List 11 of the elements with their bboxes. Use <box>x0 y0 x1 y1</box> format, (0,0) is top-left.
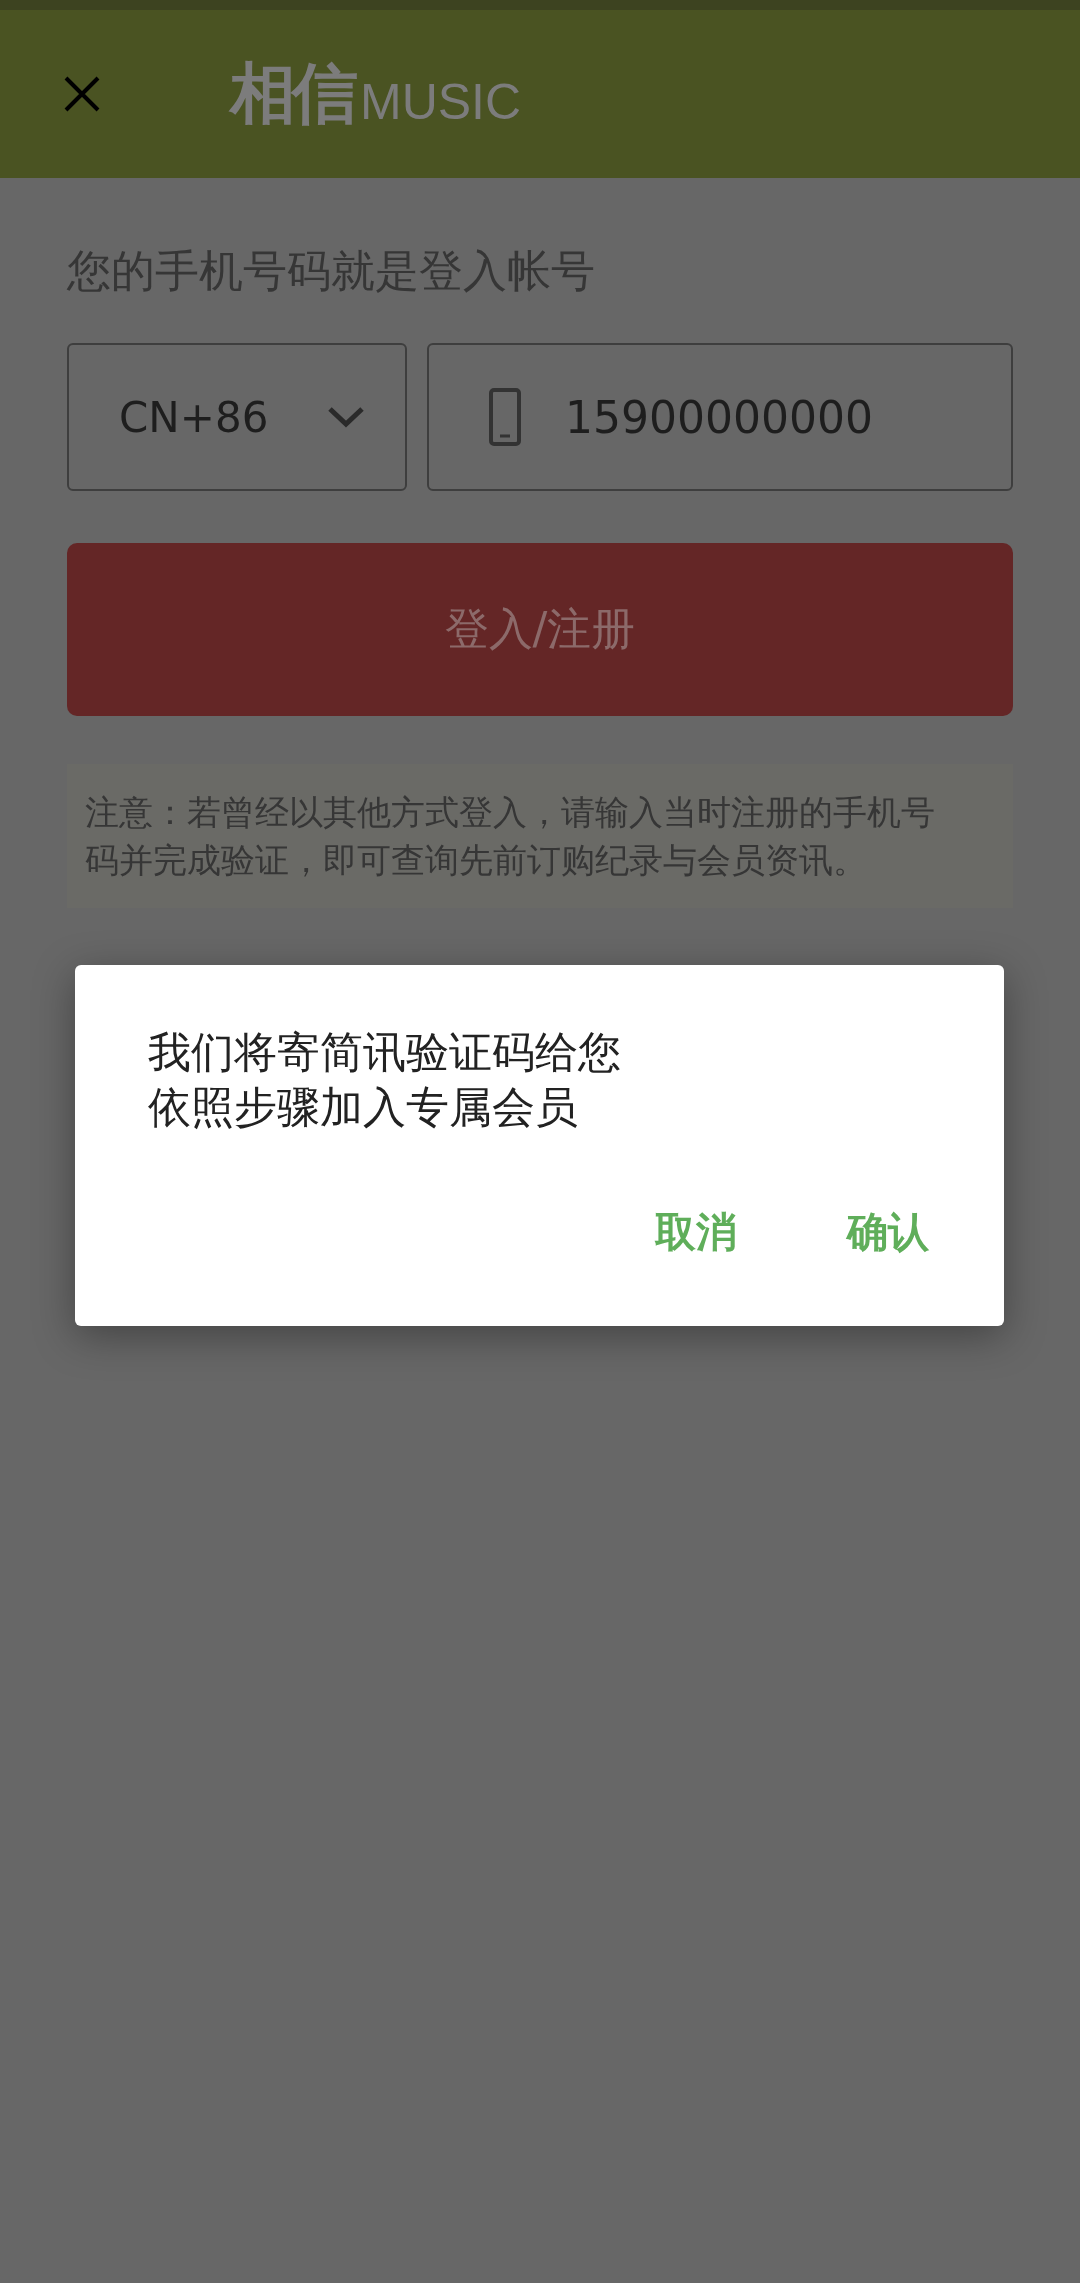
chevron-down-icon <box>327 405 365 429</box>
logo-mark: 相信 <box>230 61 354 127</box>
country-select[interactable]: CN+86 <box>67 343 407 491</box>
close-icon[interactable] <box>62 74 102 114</box>
dialog-message: 我们将寄简讯验证码给您 依照步骤加入专属会员 <box>148 1026 622 1134</box>
dialog-button[interactable]: 确认 <box>847 1205 929 1260</box>
logo-word: MUSIC <box>360 77 522 127</box>
phone-number: 15900000000 <box>565 391 873 443</box>
dialog-button[interactable]: 取消 <box>655 1205 737 1260</box>
phone-icon <box>489 388 521 446</box>
phone-field[interactable]: 15900000000 <box>427 343 1013 491</box>
